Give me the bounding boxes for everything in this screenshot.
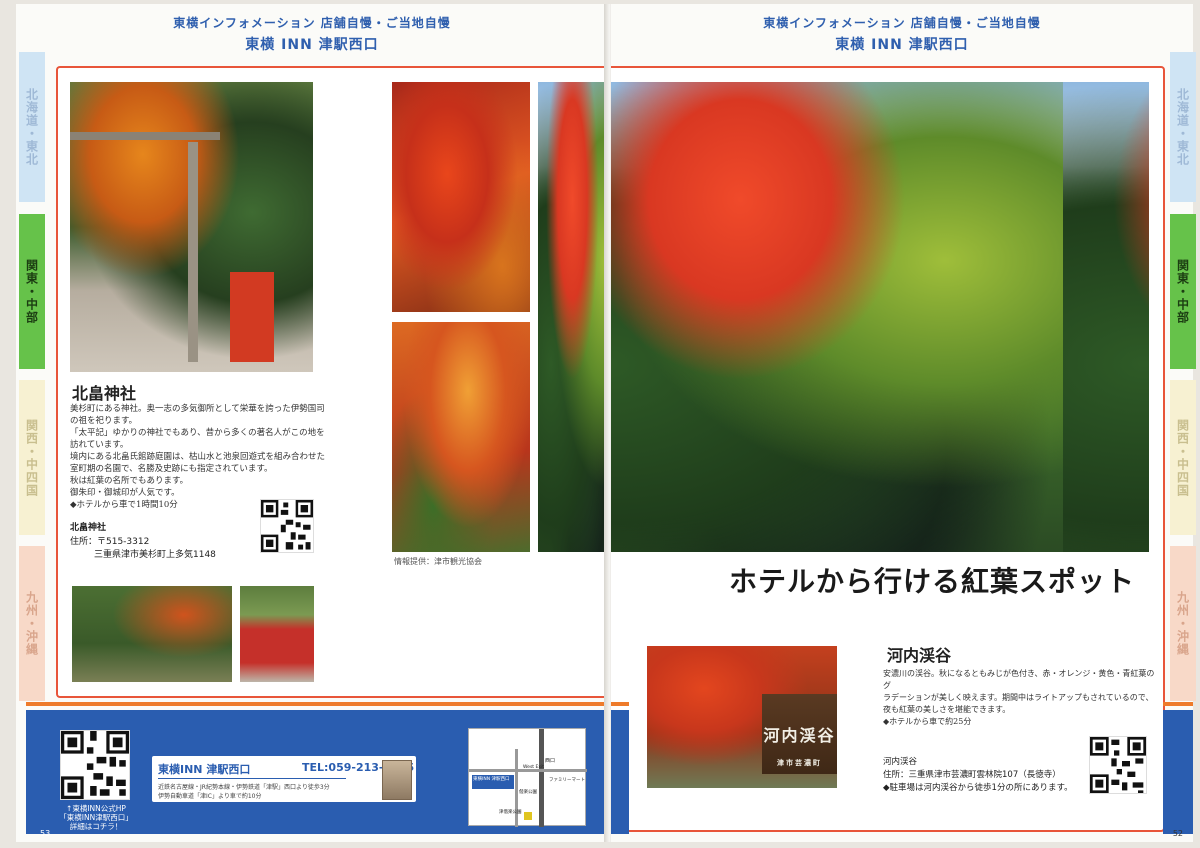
desc-line: 「太平記」ゆかりの神社でもあり、昔から多くの著名人がこの地を [70,428,325,438]
hotel-building-photo [382,760,412,800]
desc-line: 御朱印・御城印が人気です。 [70,488,180,498]
map-shrine: 偕楽公園 [519,790,537,795]
shrine-info-address: 三重県津市美杉町上多気1148 [94,550,216,560]
feature-title: ホテルから行ける紅葉スポット [729,565,1136,598]
kawachi-qr-code[interactable] [1089,736,1147,794]
orange-stripe-right [611,702,629,706]
sign-text: 河内渓谷 [763,726,836,745]
maple-leaves-photo-2 [392,322,530,552]
orange-stripe-right-edge [1163,702,1193,706]
qr-caption-line: 詳細はコチラ！ [69,822,123,831]
desc-line: 訪れています。 [70,440,129,450]
garden-photo [72,586,232,682]
header-category: 東横インフォメーション 店舗自慢・ご当地自慢 [763,16,1041,30]
hotel-band-right-edge [1163,710,1193,834]
map-familymart: ファミリーマート [549,778,585,783]
feature-photo-right-half [611,82,1149,552]
shrine-info-name: 北畠神社 [70,523,107,533]
orange-stripe-left [26,702,608,706]
hotel-name: 東横INN 津駅西口 [158,763,251,776]
qr-caption-line: 「東横INN津駅西口」 [59,813,133,822]
kawachi-title: 河内渓谷 [887,646,952,665]
tab-kansai-chushikoku[interactable]: 関西・中四国 [19,380,45,535]
map-park-marker [524,812,532,820]
tab-kyushu-okinawa[interactable]: 九州・沖縄 [1170,546,1196,701]
hotel-qr-code[interactable] [60,730,130,800]
page-number-right: 52 [1172,829,1183,838]
kawachi-sign-photo: 河内渓谷 津市芸濃町 [647,646,837,788]
tab-kanto-chubu[interactable]: 関東・中部 [1170,214,1196,369]
hotel-info-box: 東横INN 津駅西口 TEL:059-213-1045 近鉄名古屋線・JR紀勢本… [152,756,416,802]
tab-kansai-chushikoku[interactable]: 関西・中四国 [1170,380,1196,535]
desc-line: 室町期の名園で、名勝及史跡にも指定されています。 [70,464,273,474]
map-park: 津偕楽公園 [499,810,522,815]
tab-hokkaido-tohoku[interactable]: 北海道・東北 [1170,52,1196,202]
page-header-left: 東横インフォメーション 店舗自慢・ご当地自慢 東横 INN 津駅西口 [16,14,608,54]
hotel-band-right [611,710,629,834]
kawachi-description: 安濃川の渓谷。秋になるともみじが色付き、赤・オレンジ・黄色・青紅葉のグ ラデーシ… [883,668,1155,728]
kawachi-info-address: 住所：三重県津市芸濃町雲林院107（長徳寺） [883,770,1061,780]
kawachi-info-parking: ◆駐車場は河内渓谷から徒歩1分の所にあります。 [883,783,1073,793]
tab-kanto-chubu[interactable]: 関東・中部 [19,214,45,369]
header-hotel: 東横 INN 津駅西口 [245,37,379,53]
desc-line: ラデーションが美しく映えます。期間中はライトアップもされているので、 [883,693,1154,702]
hotel-access-car: 伊勢自動車道「津IC」より車で約10分 [158,793,262,800]
tab-kyushu-okinawa[interactable]: 九州・沖縄 [19,546,45,701]
kawachi-info-name: 河内渓谷 [883,757,918,767]
map-hotel-marker: 東横INN 津駅西口 [472,775,514,789]
desc-line: 秋は紅葉の名所でもあります。 [70,476,189,486]
shrine-torii-photo [70,82,313,372]
desc-line: 夜も紅葉の美しさを堪能できます。 [883,705,1011,714]
header-hotel: 東横 INN 津駅西口 [835,37,969,53]
maple-leaves-photo-1 [392,82,530,312]
left-page: 東横インフォメーション 店舗自慢・ご当地自慢 東横 INN 津駅西口 北海道・東… [16,4,624,842]
shrine-title: 北畠神社 [72,384,137,403]
hotel-access-train: 近鉄名古屋線・JR紀勢本線・伊勢鉄道「津駅」西口より徒歩3分 [158,784,330,791]
shrine-qr-code[interactable] [260,499,314,553]
photo-credit: 情報提供：津市観光協会 [394,557,482,566]
right-page: 東横インフォメーション 店舗自慢・ご当地自慢 東横 INN 津駅西口 北海道・東… [611,4,1196,842]
qr-caption: ↑東横INN公式HP 「東横INN津駅西口」 詳細はコチラ！ [46,804,146,831]
qr-caption-line: ↑東横INN公式HP [66,804,126,813]
shrine-description: 美杉町にある神社。奥一志の多気御所として栄華を誇った伊勢国司 の祖を祀ります。 … [70,403,330,511]
page-header-right: 東横インフォメーション 店舗自慢・ご当地自慢 東横 INN 津駅西口 [611,14,1193,54]
access-map[interactable]: 西口 West Exit 東横INN 津駅西口 ファミリーマート 偕楽公園 津偕… [468,728,587,827]
shrine-hall-photo [240,586,314,682]
shrine-info-postal: 住所：〒515-3312 [70,537,150,547]
header-category: 東横インフォメーション 店舗自慢・ご当地自慢 [173,16,451,30]
desc-line: ◆ホテルから車で約25分 [883,717,972,726]
desc-line: 安濃川の渓谷。秋になるともみじが色付き、赤・オレンジ・黄色・青紅葉のグ [883,669,1155,690]
kawachi-sign: 河内渓谷 津市芸濃町 [762,694,837,774]
map-west-exit-en: West Exit [523,765,545,770]
map-west-exit: 西口 [545,758,556,764]
desc-line: 境内にある北畠氏館跡庭園は、枯山水と池泉回遊式を組み合わせた [70,452,326,462]
page-number-left: 53 [40,829,51,838]
tab-hokkaido-tohoku[interactable]: 北海道・東北 [19,52,45,202]
desc-line: 美杉町にある神社。奥一志の多気御所として栄華を誇った伊勢国司 [70,404,325,414]
sign-subtext: 津市芸濃町 [777,758,822,767]
desc-line: の祖を祀ります。 [70,416,138,426]
